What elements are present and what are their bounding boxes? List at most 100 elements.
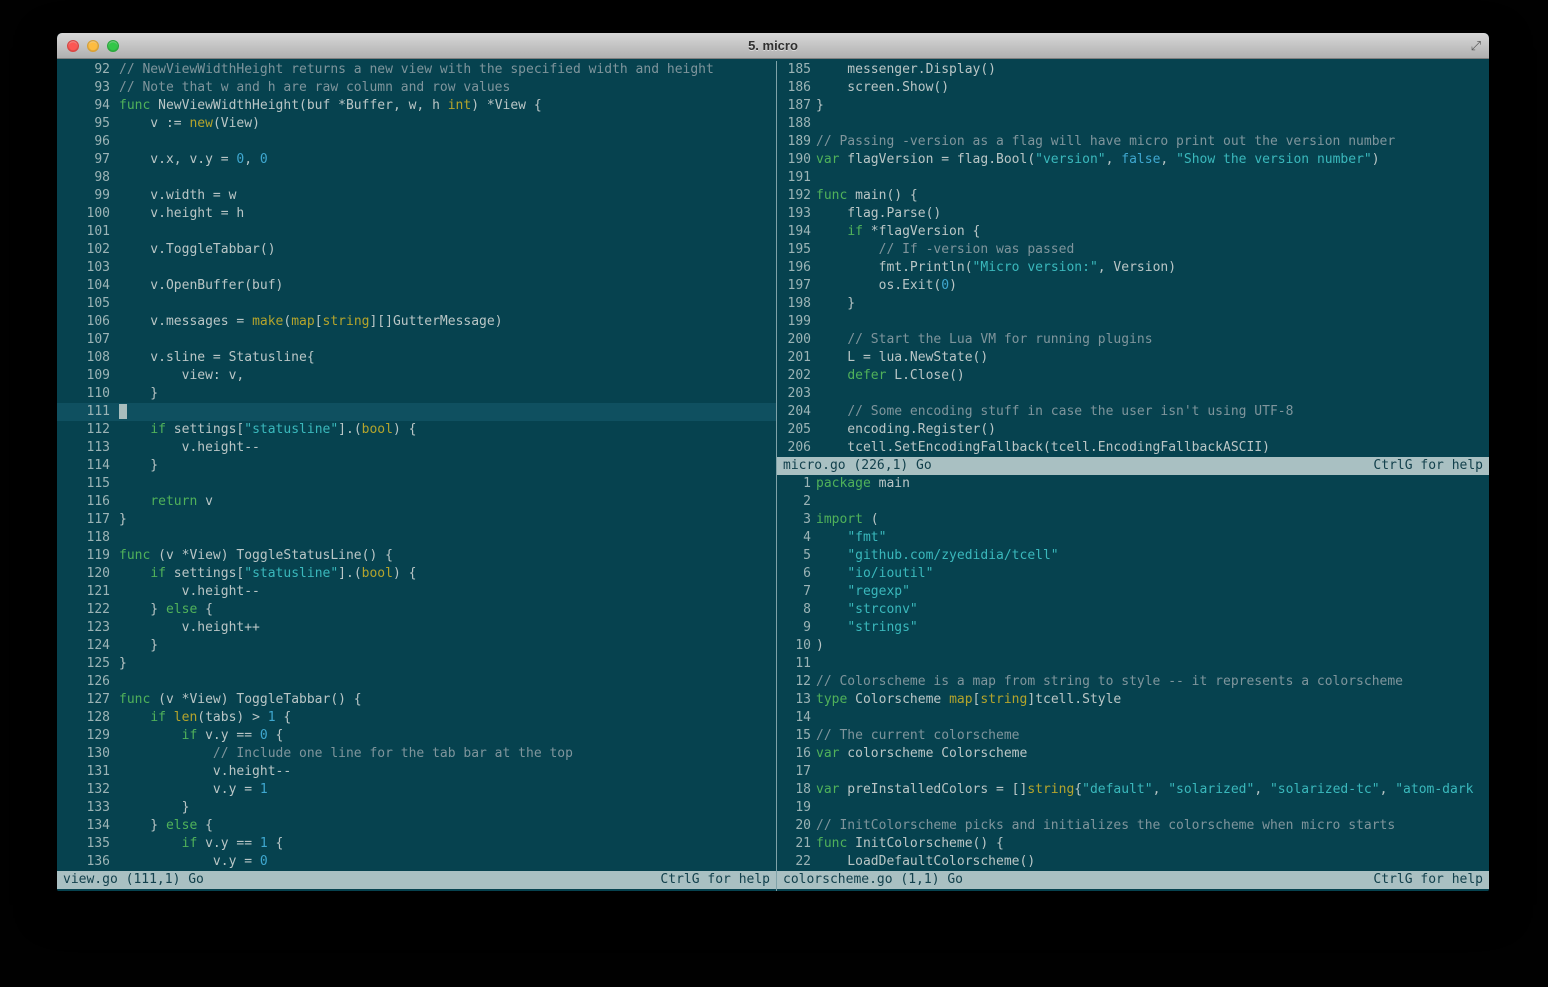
code-line[interactable]: 11 (777, 655, 1489, 673)
code-line[interactable]: 103 (57, 259, 776, 277)
code-line[interactable]: 99 v.width = w (57, 187, 776, 205)
code-line[interactable]: 125} (57, 655, 776, 673)
code-line[interactable]: 127 func (v *View) ToggleTabbar() { (57, 691, 776, 709)
code-line[interactable]: 128 if len(tabs) > 1 { (57, 709, 776, 727)
code-line[interactable]: 112 if settings["statusline"].(bool) { (57, 421, 776, 439)
code-line[interactable]: 202 defer L.Close() (777, 367, 1489, 385)
code-line[interactable]: 131 v.height-- (57, 763, 776, 781)
code-line[interactable]: 198 } (777, 295, 1489, 313)
code-line[interactable]: 94 func NewViewWidthHeight(buf *Buffer, w… (57, 97, 776, 115)
code-line[interactable]: 129 if v.y == 0 { (57, 727, 776, 745)
code-line[interactable]: 116 return v (57, 493, 776, 511)
code-line[interactable]: 12 // Colorscheme is a map from string to… (777, 673, 1489, 691)
statusbar-file-info: micro.go (226,1) Go (783, 458, 932, 473)
line-number: 92 (94, 62, 110, 77)
code-line[interactable]: 95 v := new(View) (57, 115, 776, 133)
code-line[interactable]: 22 LoadDefaultColorscheme() (777, 853, 1489, 871)
code-line[interactable]: 114 } (57, 457, 776, 475)
code-line[interactable]: 113 v.height-- (57, 439, 776, 457)
code-line[interactable]: 134 } else { (57, 817, 776, 835)
code-line[interactable]: 1 package main (777, 475, 1489, 493)
code-line[interactable]: 135 if v.y == 1 { (57, 835, 776, 853)
code-line[interactable]: 132 v.y = 1 (57, 781, 776, 799)
code-line[interactable]: 121 v.height-- (57, 583, 776, 601)
code-line[interactable]: 189 // Passing -version as a flag will ha… (777, 133, 1489, 151)
code-line[interactable]: 4 "fmt" (777, 529, 1489, 547)
code-line[interactable]: 6 "io/ioutil" (777, 565, 1489, 583)
code-line[interactable]: 102 v.ToggleTabbar() (57, 241, 776, 259)
editor-pane-micro-go[interactable]: 185 messenger.Display() 186 screen.Show()… (777, 61, 1489, 457)
code-line[interactable]: 98 (57, 169, 776, 187)
code-line[interactable]: 195 // If -version was passed (777, 241, 1489, 259)
code-text: encoding.Register() (816, 422, 997, 437)
code-line[interactable]: 7 "regexp" (777, 583, 1489, 601)
code-line[interactable]: 118 (57, 529, 776, 547)
code-line[interactable]: 104 v.OpenBuffer(buf) (57, 277, 776, 295)
code-line[interactable]: 124 } (57, 637, 776, 655)
code-line[interactable]: 115 (57, 475, 776, 493)
editor-pane-colorscheme-go[interactable]: 1 package main 2 3 import (4 "fmt" 5 "github.… (777, 475, 1489, 871)
code-line[interactable]: 196 fmt.Println("Micro version:", Versio… (777, 259, 1489, 277)
code-line[interactable]: 106 v.messages = make(map[string][]Gutte… (57, 313, 776, 331)
code-line[interactable]: 92 // NewViewWidthHeight returns a new vi… (57, 61, 776, 79)
code-line[interactable]: 13 type Colorscheme map[string]tcell.Styl… (777, 691, 1489, 709)
code-line[interactable]: 190 var flagVersion = flag.Bool("version"… (777, 151, 1489, 169)
code-line[interactable]: 5 "github.com/zyedidia/tcell" (777, 547, 1489, 565)
code-line[interactable]: 101 (57, 223, 776, 241)
code-line[interactable]: 107 (57, 331, 776, 349)
code-line[interactable]: 100 v.height = h (57, 205, 776, 223)
code-line[interactable]: 9 "strings" (777, 619, 1489, 637)
code-line[interactable]: 194 if *flagVersion { (777, 223, 1489, 241)
code-line[interactable]: 21 func InitColorscheme() { (777, 835, 1489, 853)
code-line[interactable]: 14 (777, 709, 1489, 727)
code-line[interactable]: 120 if settings["statusline"].(bool) { (57, 565, 776, 583)
resize-icon[interactable]: ⤢ (1471, 38, 1481, 54)
code-line[interactable]: 8 "strconv" (777, 601, 1489, 619)
code-line[interactable]: 199 (777, 313, 1489, 331)
code-line[interactable]: 136 v.y = 0 (57, 853, 776, 871)
line-number: 115 (86, 476, 110, 491)
code-line[interactable]: 193 flag.Parse() (777, 205, 1489, 223)
code-line[interactable]: 16 var colorscheme Colorscheme (777, 745, 1489, 763)
code-line[interactable]: 203 (777, 385, 1489, 403)
code-line[interactable]: 130 // Include one line for the tab bar … (57, 745, 776, 763)
code-line[interactable]: 110 } (57, 385, 776, 403)
code-line[interactable]: 126 (57, 673, 776, 691)
code-line[interactable]: 205 encoding.Register() (777, 421, 1489, 439)
code-line[interactable]: 108 v.sline = Statusline{ (57, 349, 776, 367)
code-line[interactable]: 185 messenger.Display() (777, 61, 1489, 79)
code-line[interactable]: 192 func main() { (777, 187, 1489, 205)
code-line[interactable]: 19 (777, 799, 1489, 817)
code-line[interactable]: 109 view: v, (57, 367, 776, 385)
code-line[interactable]: 10) (777, 637, 1489, 655)
code-line[interactable]: 2 (777, 493, 1489, 511)
code-line[interactable]: 119 func (v *View) ToggleStatusLine() { (57, 547, 776, 565)
code-line[interactable]: 17 (777, 763, 1489, 781)
code-line[interactable]: 3 import ( (777, 511, 1489, 529)
code-line[interactable]: 201 L = lua.NewState() (777, 349, 1489, 367)
code-line[interactable]: 18 var preInstalledColors = []string{"def… (777, 781, 1489, 799)
code-line[interactable]: 188 (777, 115, 1489, 133)
code-line[interactable]: 206 tcell.SetEncodingFallback(tcell.Enco… (777, 439, 1489, 457)
code-line[interactable]: 105 (57, 295, 776, 313)
code-line[interactable]: 186 screen.Show() (777, 79, 1489, 97)
code-line[interactable]: 133 } (57, 799, 776, 817)
code-line[interactable]: 122 } else { (57, 601, 776, 619)
code-line[interactable]: 96 (57, 133, 776, 151)
editor-pane-view-go[interactable]: 92 // NewViewWidthHeight returns a new vi… (57, 61, 776, 871)
code-line[interactable]: 197 os.Exit(0) (777, 277, 1489, 295)
code-line[interactable]: 123 v.height++ (57, 619, 776, 637)
code-line[interactable]: 117} (57, 511, 776, 529)
code-line[interactable]: 204 // Some encoding stuff in case the u… (777, 403, 1489, 421)
code-line[interactable]: 200 // Start the Lua VM for running plug… (777, 331, 1489, 349)
code-line[interactable]: 111 (57, 403, 776, 421)
code-line[interactable]: 191 (777, 169, 1489, 187)
code-line[interactable]: 20 // InitColorscheme picks and initializ… (777, 817, 1489, 835)
code-line[interactable]: 97 v.x, v.y = 0, 0 (57, 151, 776, 169)
code-line[interactable]: 93 // Note that w and h are raw column an… (57, 79, 776, 97)
window-titlebar[interactable]: 5. micro ⤢ (57, 33, 1489, 59)
code-line[interactable]: 15 // The current colorscheme (777, 727, 1489, 745)
code-line[interactable]: 187} (777, 97, 1489, 115)
